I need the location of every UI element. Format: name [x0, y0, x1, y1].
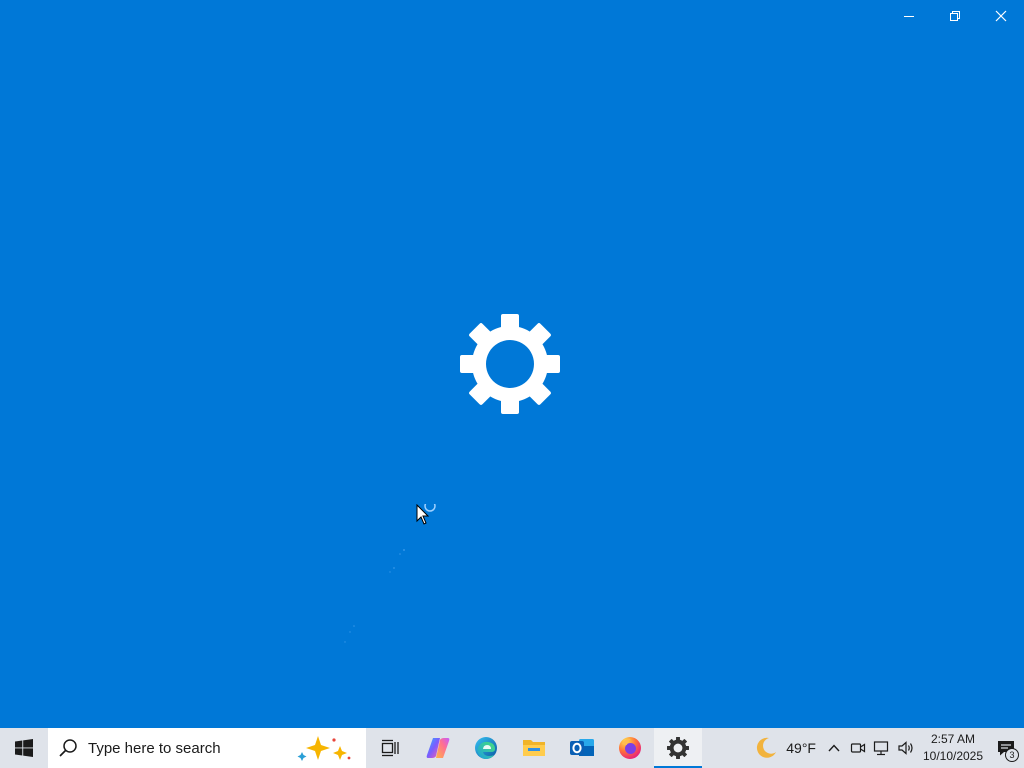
moon-icon	[757, 737, 777, 758]
firefox-button[interactable]	[606, 728, 654, 768]
firefox-icon	[619, 737, 641, 759]
copilot-button[interactable]	[414, 728, 462, 768]
clock-date: 10/10/2025	[922, 749, 984, 763]
gear-icon	[667, 737, 689, 759]
network-icon	[873, 741, 889, 756]
close-button[interactable]	[978, 0, 1024, 32]
minimize-icon	[904, 16, 914, 17]
task-view-button[interactable]	[366, 728, 414, 768]
task-view-icon	[381, 739, 399, 757]
taskbar: Type here to search 49°F 2:57 AM 10/10/2…	[0, 728, 1024, 768]
video-call-icon	[850, 743, 866, 753]
volume-button[interactable]	[894, 728, 918, 768]
minimize-button[interactable]	[886, 0, 932, 32]
restore-button[interactable]	[932, 0, 978, 32]
file-explorer-button[interactable]	[510, 728, 558, 768]
folder-icon	[523, 740, 545, 756]
notification-count-badge: 3	[1005, 748, 1019, 762]
outlook-icon	[570, 739, 594, 756]
system-tray	[822, 728, 918, 768]
sparkle-icon	[297, 736, 351, 761]
weather-temperature: 49°F	[786, 740, 816, 756]
settings-gear-icon	[460, 314, 560, 414]
chevron-up-icon	[828, 744, 840, 752]
weather-widget[interactable]: 49°F	[748, 728, 822, 768]
restore-icon	[950, 11, 960, 21]
start-button[interactable]	[0, 728, 48, 768]
speaker-icon	[898, 741, 913, 755]
settings-splash-screen: Type here to search 49°F 2:57 AM 10/10/2…	[0, 0, 1024, 768]
windows-logo-icon	[15, 739, 33, 757]
copilot-icon	[426, 738, 450, 758]
show-hidden-icons-button[interactable]	[822, 728, 846, 768]
edge-icon	[475, 737, 497, 759]
taskbar-search[interactable]: Type here to search	[48, 728, 366, 768]
settings-button[interactable]	[654, 728, 702, 768]
edge-button[interactable]	[462, 728, 510, 768]
close-icon	[995, 10, 1007, 22]
meet-now-button[interactable]	[846, 728, 870, 768]
window-controls	[886, 0, 1024, 32]
clock-time: 2:57 AM	[930, 732, 976, 746]
action-center-button[interactable]: 3	[988, 728, 1024, 768]
outlook-button[interactable]	[558, 728, 606, 768]
search-placeholder: Type here to search	[88, 739, 221, 757]
network-button[interactable]	[870, 728, 894, 768]
search-icon	[59, 739, 77, 757]
busy-pointer-icon	[416, 504, 436, 525]
taskbar-clock[interactable]: 2:57 AM 10/10/2025	[918, 728, 988, 768]
